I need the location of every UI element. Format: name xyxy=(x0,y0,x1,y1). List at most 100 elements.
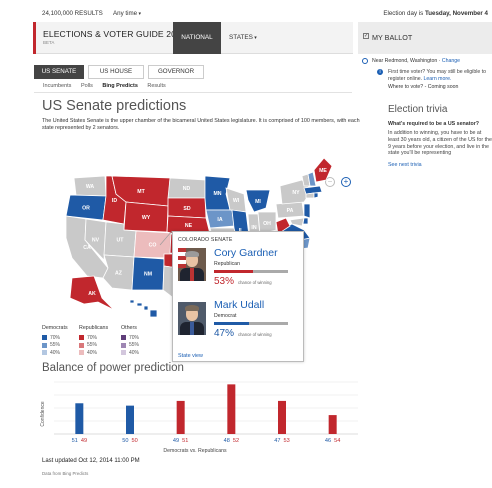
chart-bar[interactable] xyxy=(227,384,236,434)
swatch xyxy=(42,335,47,341)
legend-value: 70% xyxy=(129,334,140,341)
legend-democrats: Democrats 70% 55% 40% xyxy=(42,325,68,357)
guide-header: ELECTIONS & VOTER GUIDE 2014 BETA NATION… xyxy=(33,22,353,54)
beta-label: BETA xyxy=(43,40,55,45)
tick-label-dem: 50 xyxy=(122,438,128,444)
state-label-oh: OH xyxy=(263,221,271,227)
tab-governor[interactable]: GOVERNOR xyxy=(148,65,204,79)
hair xyxy=(185,305,199,311)
legend-row: 55% xyxy=(121,342,139,350)
tick-label-rep: 54 xyxy=(334,438,340,444)
subtab-bing-predicts[interactable]: Bing Predicts xyxy=(102,83,137,89)
swatch xyxy=(121,342,126,348)
state-nj[interactable] xyxy=(303,203,311,219)
hair xyxy=(185,251,199,257)
legend-value: 40% xyxy=(87,349,98,356)
my-ballot-header[interactable]: ✓ MY BALLOT xyxy=(358,22,492,54)
cory-gardner-photo xyxy=(178,248,206,281)
candidate-party-gardner: Republican xyxy=(214,261,240,267)
tick-label-rep: 49 xyxy=(81,438,87,444)
subtab-results[interactable]: Results xyxy=(147,83,165,89)
state-label-pa: PA xyxy=(287,208,294,214)
election-day-date: Tuesday, November 4 xyxy=(424,10,488,17)
state-label-ca: CA xyxy=(83,245,91,251)
candidate-name-udall[interactable]: Mark Udall xyxy=(214,299,264,311)
first-time-voter-text: First time voter? You may still be eligi… xyxy=(388,69,492,83)
state-label-wy: WY xyxy=(142,215,151,221)
header-accent xyxy=(33,22,36,54)
subtab-incumbents[interactable]: Incumbents xyxy=(43,83,71,89)
swatch xyxy=(42,350,47,356)
udall-chance-bar xyxy=(214,322,288,325)
legend-value: 55% xyxy=(129,342,140,349)
subtabs-divider xyxy=(34,92,352,93)
next-trivia-link[interactable]: See next trivia xyxy=(388,162,492,168)
legend-title-others: Others xyxy=(121,325,137,331)
state-label-or: OR xyxy=(82,206,90,212)
state-ri[interactable] xyxy=(313,192,319,199)
udall-percent: 47% xyxy=(214,328,235,339)
legend-row: 40% xyxy=(42,349,68,357)
popup-state-title: COLORADO SENATE xyxy=(178,237,233,243)
swatch xyxy=(79,350,84,356)
trivia-answer: In addition to winning, you have to be a… xyxy=(388,130,492,157)
legend-row: 40% xyxy=(121,349,139,357)
election-trivia: Election trivia What's required to be a … xyxy=(388,104,492,168)
tick-label-dem: 47 xyxy=(274,438,280,444)
tick-label-dem: 46 xyxy=(325,438,331,444)
candidate-name-gardner[interactable]: Cory Gardner xyxy=(214,247,278,259)
chart-bar[interactable] xyxy=(278,400,286,434)
nav-national[interactable]: NATIONAL xyxy=(173,22,221,54)
sub-tabs: Incumbents Polls Bing Predicts Results xyxy=(43,83,174,89)
page-intro: The United States Senate is the upper ch… xyxy=(42,118,360,131)
legend-value: 70% xyxy=(50,334,61,341)
state-label-ut: UT xyxy=(117,238,125,244)
chart-bar[interactable] xyxy=(176,400,185,434)
colorado-senate-popup: COLORADO SENATE Cory Gardner Republican … xyxy=(172,231,304,362)
tab-us-senate[interactable]: US SENATE xyxy=(34,65,84,79)
udall-chance-fill xyxy=(214,322,249,325)
state-label-co: CO xyxy=(149,243,157,249)
chart-bar[interactable] xyxy=(328,415,337,434)
gardner-percent: 53% xyxy=(214,276,235,287)
mark-udall-photo xyxy=(178,302,206,335)
info-icon: i xyxy=(377,69,383,75)
ballot-location: Near Redmond, Washington · Change xyxy=(372,58,460,64)
swatch xyxy=(79,335,84,341)
balance-of-power-chart: Confidence Democrats vs. Republicans 51 4… xyxy=(40,381,358,454)
swatch xyxy=(121,350,126,356)
subtab-polls[interactable]: Polls xyxy=(81,83,93,89)
change-location-link[interactable]: Change xyxy=(442,58,460,64)
learn-more-link[interactable]: Learn more. xyxy=(423,76,451,82)
legend-row: 40% xyxy=(79,349,108,357)
legend-republicans: Republicans 70% 55% 40% xyxy=(79,325,108,357)
nav-states[interactable]: STATES xyxy=(229,22,257,54)
last-updated: Last updated Oct 12, 2014 11:00 PM xyxy=(42,458,140,464)
zoom-in-button[interactable]: + xyxy=(341,177,351,187)
tie xyxy=(190,322,194,335)
race-tabs: US SENATE US HOUSE GOVERNOR xyxy=(34,65,204,79)
state-ct[interactable] xyxy=(305,192,315,199)
state-label-ne: NE xyxy=(185,223,193,229)
state-label-nm: NM xyxy=(144,272,152,278)
tick-label-dem: 48 xyxy=(224,438,230,444)
chart-bar[interactable] xyxy=(126,405,134,434)
location-text: Near Redmond, Washington · xyxy=(372,58,442,64)
state-view-link[interactable]: State view xyxy=(178,353,203,359)
state-label-mi: MI xyxy=(255,199,261,205)
state-label-mn: MN xyxy=(213,191,221,197)
chart-bar[interactable] xyxy=(75,403,84,434)
guide-title[interactable]: ELECTIONS & VOTER GUIDE 2014 xyxy=(43,29,186,39)
tab-us-house[interactable]: US HOUSE xyxy=(88,65,144,79)
gardner-chance-fill xyxy=(214,270,254,273)
chart-ylabel: Confidence xyxy=(40,401,46,427)
state-hi[interactable] xyxy=(129,299,158,318)
state-de[interactable] xyxy=(302,217,309,225)
data-source: Data from Bing Predicts xyxy=(42,471,89,476)
location-icon xyxy=(362,58,368,64)
where-to-vote: Where to vote? - Coming soon xyxy=(388,84,459,90)
trivia-question: What's required to be a US senator? xyxy=(388,121,480,127)
any-time-filter[interactable]: Any time xyxy=(113,10,141,17)
tick-label-rep: 53 xyxy=(284,438,290,444)
state-label-sd: SD xyxy=(183,206,190,212)
